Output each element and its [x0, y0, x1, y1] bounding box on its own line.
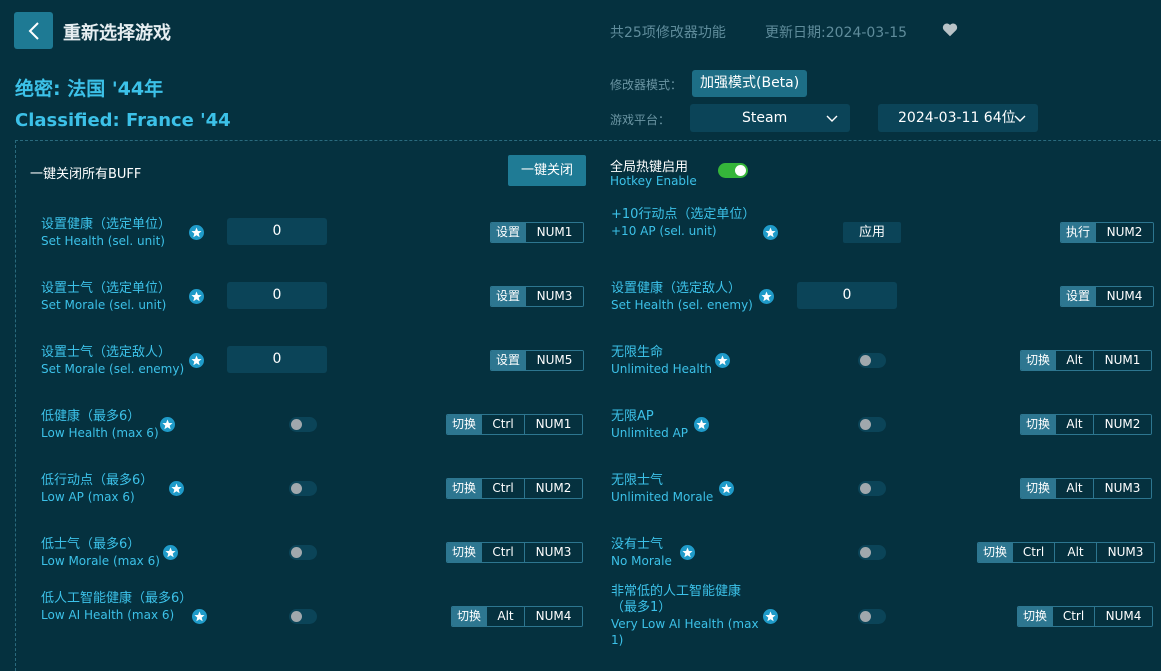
star-icon[interactable]	[189, 289, 204, 304]
hotkey-binding[interactable]: 切换 Ctrl NUM2	[446, 478, 584, 499]
feature-toggle[interactable]	[858, 417, 886, 432]
star-icon[interactable]	[192, 609, 207, 624]
hotkey-enable-switch[interactable]	[718, 163, 748, 178]
platform-value: Steam	[742, 110, 788, 126]
star-icon[interactable]	[163, 545, 178, 560]
hotkey-binding[interactable]: 设置 NUM5	[490, 350, 585, 371]
feature-label: 低士气（最多6） Low Morale (max 6)	[41, 537, 160, 568]
mode-badge[interactable]: 加强模式(Beta)	[692, 70, 808, 97]
feature-toggle[interactable]	[289, 609, 317, 624]
feature-label: 无限士气 Unlimited Morale	[611, 473, 714, 504]
star-icon[interactable]	[715, 353, 730, 368]
hotkey-binding[interactable]: 切换 Ctrl Alt NUM3	[977, 542, 1156, 563]
star-icon[interactable]	[189, 353, 204, 368]
feature-label: 低健康（最多6） Low Health (max 6)	[41, 409, 159, 440]
star-icon[interactable]	[169, 481, 184, 496]
value-input[interactable]: 0	[797, 282, 897, 309]
hotkey-binding[interactable]: 切换 Alt NUM2	[1020, 414, 1153, 435]
apply-button[interactable]: 应用	[843, 222, 901, 243]
star-icon[interactable]	[763, 225, 778, 240]
star-icon[interactable]	[189, 225, 204, 240]
top-bar: 重新选择游戏 共25项修改器功能 更新日期:2024-03-15	[0, 0, 1161, 62]
feature-label: 无限AP Unlimited AP	[611, 409, 689, 440]
update-date: 更新日期:2024-03-15	[765, 25, 908, 41]
chevron-down-icon	[826, 115, 838, 122]
feature-label: +10行动点（选定单位） +10 AP (sel. unit)	[611, 207, 756, 238]
hotkey-enable-sublabel: Hotkey Enable	[610, 174, 697, 188]
hotkey-enable-label: 全局热键启用	[610, 160, 689, 175]
feature-toggle[interactable]	[289, 417, 317, 432]
feature-label: 低行动点（最多6） Low AP (max 6)	[41, 473, 154, 504]
feature-toggle[interactable]	[858, 609, 886, 624]
hotkey-binding[interactable]: 切换 Ctrl NUM1	[446, 414, 584, 435]
hotkey-binding[interactable]: 切换 Ctrl NUM3	[446, 542, 584, 563]
close-all-button[interactable]: 一键关闭	[508, 155, 586, 186]
chevron-left-icon	[28, 21, 39, 40]
feature-label: 无限生命 Unlimited Health	[611, 345, 713, 376]
page-title: 重新选择游戏	[63, 23, 171, 44]
star-icon[interactable]	[763, 609, 778, 624]
star-icon[interactable]	[719, 481, 734, 496]
hotkey-binding[interactable]: 切换 Alt NUM3	[1020, 478, 1153, 499]
back-button[interactable]	[14, 12, 53, 49]
feature-toggle[interactable]	[858, 353, 886, 368]
star-icon[interactable]	[680, 545, 695, 560]
star-icon[interactable]	[160, 417, 175, 432]
feature-toggle[interactable]	[858, 481, 886, 496]
hotkey-binding[interactable]: 切换 Ctrl NUM4	[1017, 606, 1154, 627]
all-buff-label: 一键关闭所有BUFF	[30, 167, 142, 182]
game-name-cn: 绝密: 法国 '44年	[15, 78, 164, 100]
hotkey-binding[interactable]: 执行 NUM2	[1060, 222, 1155, 243]
hotkey-binding[interactable]: 设置 NUM1	[490, 222, 585, 243]
feature-label: 设置士气（选定敌人） Set Morale (sel. enemy)	[41, 345, 185, 376]
value-input[interactable]: 0	[227, 346, 327, 373]
value-input[interactable]: 0	[227, 282, 327, 309]
hotkey-binding[interactable]: 设置 NUM3	[490, 286, 585, 307]
feature-count: 共25项修改器功能	[610, 25, 726, 41]
hotkey-binding[interactable]: 切换 Alt NUM4	[451, 606, 584, 627]
hotkey-binding[interactable]: 切换 Alt NUM1	[1020, 350, 1153, 371]
feature-label: 低人工智能健康（最多6） Low AI Health (max 6)	[41, 591, 193, 622]
feature-label: 没有士气 No Morale	[611, 537, 672, 568]
feature-label: 非常低的人工智能健康（最多1） Very Low AI Health (max …	[611, 584, 759, 647]
version-value: 2024-03-11 64位	[898, 110, 1016, 126]
feature-toggle[interactable]	[289, 545, 317, 560]
platform-label: 游戏平台：	[610, 113, 671, 127]
value-input[interactable]: 0	[227, 218, 327, 245]
feature-label: 设置士气（选定单位） Set Morale (sel. unit)	[41, 281, 172, 312]
game-name-en: Classified: France '44	[15, 110, 231, 131]
mode-label: 修改器模式：	[610, 78, 683, 92]
version-select[interactable]: 2024-03-11 64位	[878, 104, 1038, 132]
heart-icon[interactable]	[941, 21, 959, 39]
feature-toggle[interactable]	[289, 481, 317, 496]
feature-label: 设置健康（选定敌人） Set Health (sel. enemy)	[611, 281, 753, 312]
platform-select[interactable]: Steam	[690, 104, 850, 132]
star-icon[interactable]	[759, 289, 774, 304]
chevron-down-icon	[1014, 115, 1026, 122]
feature-toggle[interactable]	[858, 545, 886, 560]
feature-label: 设置健康（选定单位） Set Health (sel. unit)	[41, 217, 172, 248]
hotkey-binding[interactable]: 设置 NUM4	[1060, 286, 1155, 307]
star-icon[interactable]	[694, 417, 709, 432]
